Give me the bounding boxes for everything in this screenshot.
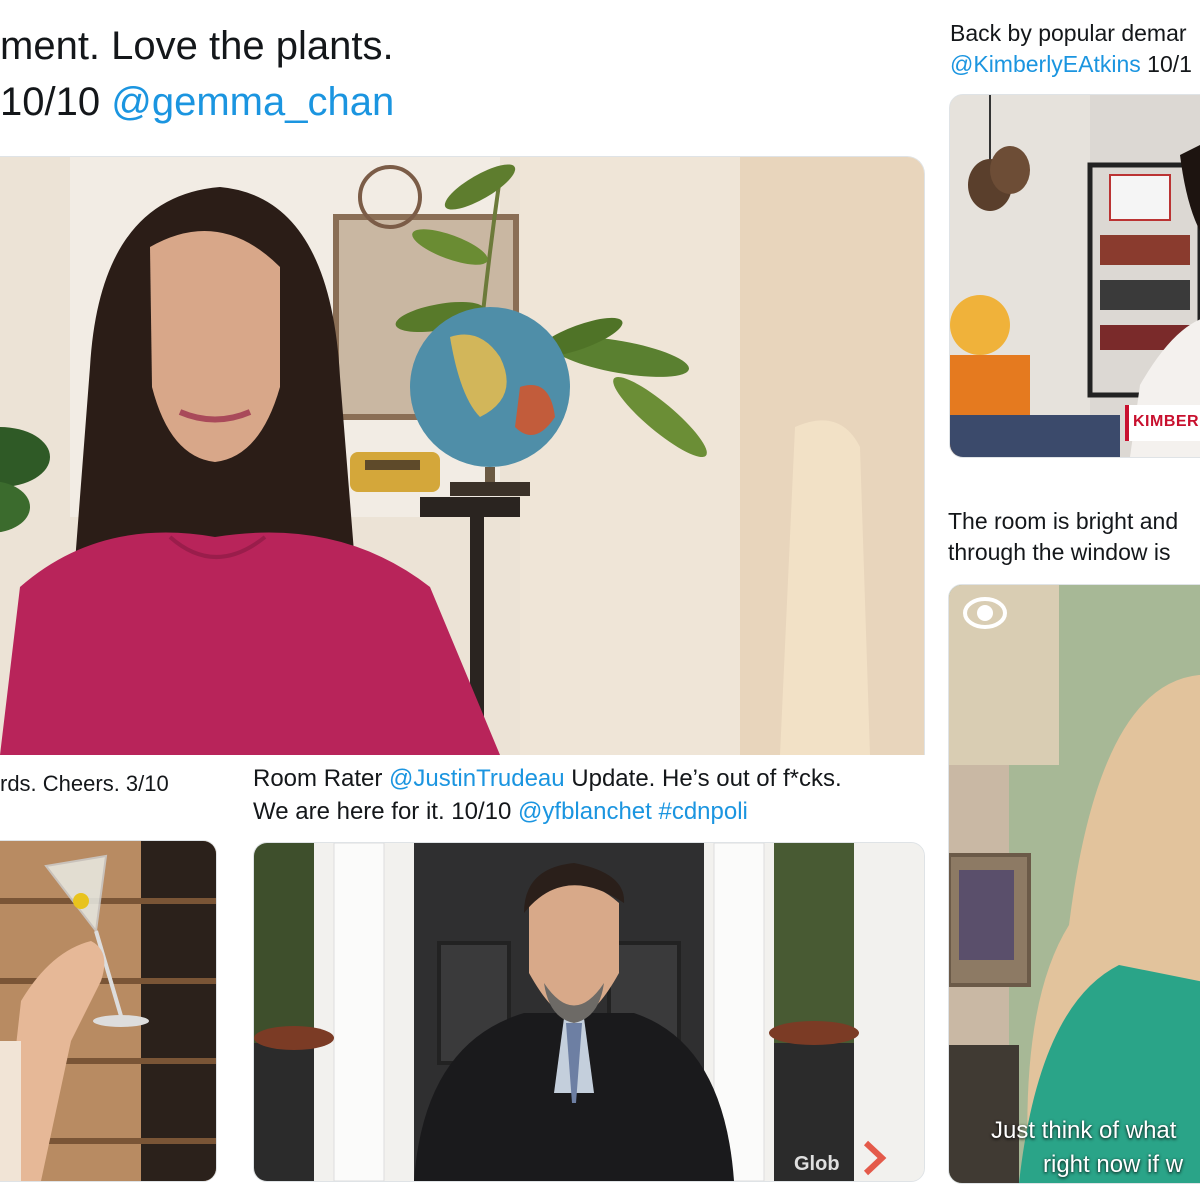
tweet-text-line: ment. Love the plants. xyxy=(0,24,394,68)
tweet-text-line: Back by popular demar xyxy=(950,20,1187,46)
tweet-line: ment. Love the plants. xyxy=(0,18,394,74)
tweet-video-trudeau[interactable]: Glob xyxy=(253,842,925,1182)
tweet-text-line: Room Rater xyxy=(253,765,390,792)
tweet-text-line: The room is bright and xyxy=(948,508,1179,534)
tweet-text-room: The room is bright and through the windo… xyxy=(948,506,1178,568)
tweet-text-trudeau: Room Rater @JustinTrudeau Update. He’s o… xyxy=(253,762,842,828)
room-scene xyxy=(254,843,924,1181)
tweet-text-cheers: rds. Cheers. 3/10 xyxy=(0,768,169,799)
tweet-line: 10/10 @gemma_chan xyxy=(0,74,394,130)
mention-link-kimberly[interactable]: @KimberlyEAtkins xyxy=(950,51,1141,77)
video-caption-line: right now if w xyxy=(1043,1151,1184,1178)
tweet-photo-cheers[interactable] xyxy=(0,840,217,1182)
tweet-text-line: Update. He’s out of f*cks. xyxy=(564,765,842,792)
room-scene xyxy=(0,841,216,1181)
tweet-text-line: 10/1 xyxy=(1140,51,1192,77)
tweet-line: Room Rater @JustinTrudeau Update. He’s o… xyxy=(253,762,842,795)
room-scene xyxy=(0,157,924,755)
room-scene xyxy=(949,585,1200,1183)
tweet-text-gemma: ment. Love the plants. 10/10 @gemma_chan xyxy=(0,18,394,130)
mention-link-gemma-chan[interactable]: @gemma_chan xyxy=(111,80,394,124)
tweet-text-line: through the window is xyxy=(948,539,1171,565)
hashtag-link-cdnpoli[interactable]: #cdnpoli xyxy=(652,798,747,825)
cbs-eye-logo xyxy=(963,597,1007,629)
tweet-line: The room is bright and xyxy=(948,506,1178,537)
tweet-line: Back by popular demar xyxy=(950,18,1192,49)
mention-link-yfblanchet[interactable]: @yfblanchet xyxy=(518,798,652,825)
tweet-line: through the window is xyxy=(948,537,1178,568)
tweet-text-line: rds. Cheers. 3/10 xyxy=(0,771,169,796)
tweet-photo-gemma[interactable] xyxy=(0,156,925,755)
tweet-line: We are here for it. 10/10 @yfblanchet #c… xyxy=(253,795,842,828)
mention-link-justintrudeau[interactable]: @JustinTrudeau xyxy=(389,765,565,792)
network-watermark: Glob xyxy=(794,1153,840,1175)
tweet-video-cbs[interactable]: Just think of what right now if w xyxy=(948,584,1200,1184)
tweet-line: @KimberlyEAtkins 10/1 xyxy=(950,49,1192,80)
tweet-text-line: 10/10 xyxy=(0,80,112,124)
tweet-text-kimberly: Back by popular demar @KimberlyEAtkins 1… xyxy=(950,18,1192,80)
lower-third-name: KIMBER xyxy=(1133,413,1200,430)
tweet-photo-kimberly[interactable]: KIMBER xyxy=(949,94,1200,458)
room-scene xyxy=(950,95,1200,457)
video-caption-line: Just think of what xyxy=(991,1117,1177,1144)
tweet-text-line: We are here for it. 10/10 xyxy=(253,798,519,825)
